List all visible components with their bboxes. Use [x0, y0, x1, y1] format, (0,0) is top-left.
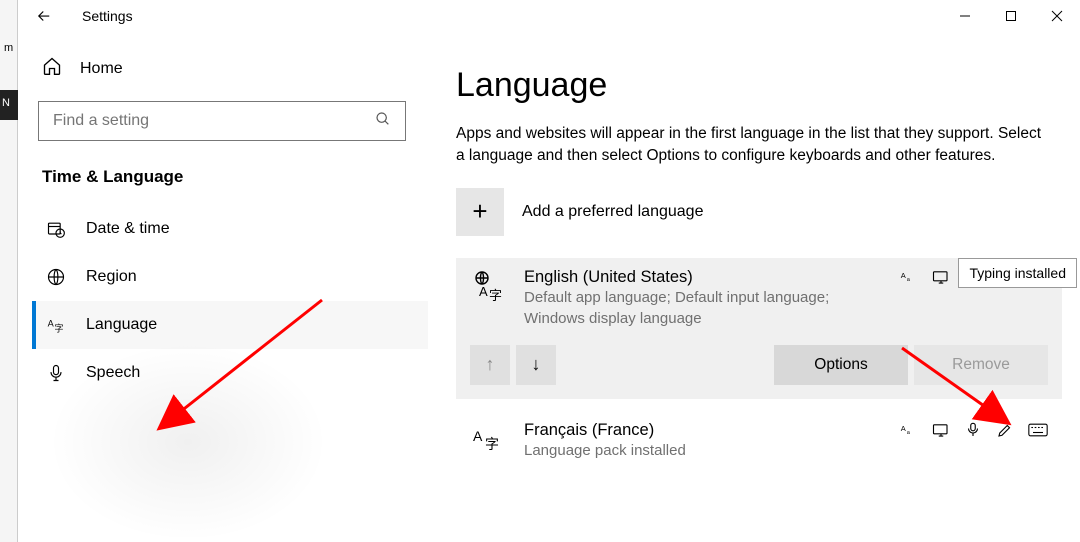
display-icon	[932, 421, 950, 444]
handwriting-icon	[996, 421, 1014, 444]
text-to-speech-icon: Aᵃ	[900, 421, 918, 444]
settings-window: Settings Home Time & Language Date & tim…	[18, 0, 1080, 542]
svg-text:字: 字	[489, 288, 502, 303]
back-button[interactable]	[18, 0, 70, 32]
keyboard-icon	[1028, 422, 1048, 442]
speech-icon	[964, 421, 982, 444]
globe-language-icon: A字	[470, 268, 506, 311]
sidebar-item-label: Region	[86, 268, 137, 286]
add-label: Add a preferred language	[522, 203, 703, 221]
arrow-up-icon: ↑	[486, 354, 495, 375]
language-card-french[interactable]: A字 Français (France) Language pack insta…	[456, 411, 1062, 464]
language-feature-badges: Aᵃ	[900, 421, 1048, 444]
svg-text:A: A	[473, 428, 483, 444]
language-name: Français (France)	[524, 421, 882, 440]
mic-icon	[46, 363, 66, 383]
home-nav[interactable]: Home	[32, 42, 428, 95]
home-icon	[42, 56, 62, 81]
sidebar-item-label: Language	[86, 316, 157, 334]
svg-text:字: 字	[54, 323, 63, 334]
window-controls	[942, 0, 1080, 32]
language-letter-icon: A字	[470, 421, 506, 464]
svg-text:字: 字	[485, 436, 499, 452]
partial-tab: N	[0, 90, 18, 120]
maximize-button[interactable]	[988, 0, 1034, 32]
language-icon: A字	[46, 315, 66, 335]
plus-icon: +	[472, 196, 487, 227]
sidebar-item-label: Speech	[86, 364, 140, 382]
move-down-button[interactable]: ↓	[516, 345, 556, 385]
display-icon	[932, 268, 950, 291]
home-label: Home	[80, 60, 123, 78]
minimize-button[interactable]	[942, 0, 988, 32]
sidebar-item-language[interactable]: A字 Language	[32, 301, 428, 349]
sidebar: Home Time & Language Date & time Region …	[18, 32, 428, 542]
close-button[interactable]	[1034, 0, 1080, 32]
page-description: Apps and websites will appear in the fir…	[456, 123, 1046, 168]
sidebar-item-region[interactable]: Region	[32, 253, 428, 301]
sidebar-item-label: Date & time	[86, 220, 170, 238]
calendar-clock-icon	[46, 219, 66, 239]
language-name: English (United States)	[524, 268, 882, 287]
search-icon	[375, 111, 391, 132]
globe-icon	[46, 267, 66, 287]
search-box[interactable]	[38, 101, 406, 141]
browser-sliver: m N	[0, 0, 18, 542]
text-to-speech-icon: Aᵃ	[900, 268, 918, 291]
language-subtitle: Default app language; Default input lang…	[524, 287, 882, 329]
svg-text:A: A	[901, 424, 906, 433]
search-input[interactable]	[53, 112, 375, 130]
sidebar-item-date-time[interactable]: Date & time	[32, 205, 428, 253]
window-title: Settings	[82, 8, 133, 24]
move-up-button[interactable]: ↑	[470, 345, 510, 385]
titlebar: Settings	[18, 0, 1080, 32]
language-subtitle: Language pack installed	[524, 440, 882, 461]
svg-text:A: A	[479, 284, 488, 299]
remove-button: Remove	[914, 345, 1048, 385]
section-header: Time & Language	[32, 159, 428, 205]
partial-text: m	[4, 42, 13, 54]
add-button[interactable]: +	[456, 188, 504, 236]
svg-text:ᵃ: ᵃ	[907, 429, 911, 438]
options-button[interactable]: Options	[774, 345, 908, 385]
svg-text:ᵃ: ᵃ	[907, 276, 911, 285]
arrow-down-icon: ↓	[532, 354, 541, 375]
sidebar-item-speech[interactable]: Speech	[32, 349, 428, 397]
svg-text:A: A	[901, 271, 906, 280]
add-language-row[interactable]: + Add a preferred language	[456, 188, 1062, 236]
page-title: Language	[456, 66, 1062, 105]
tooltip: Typing installed	[958, 258, 1077, 288]
